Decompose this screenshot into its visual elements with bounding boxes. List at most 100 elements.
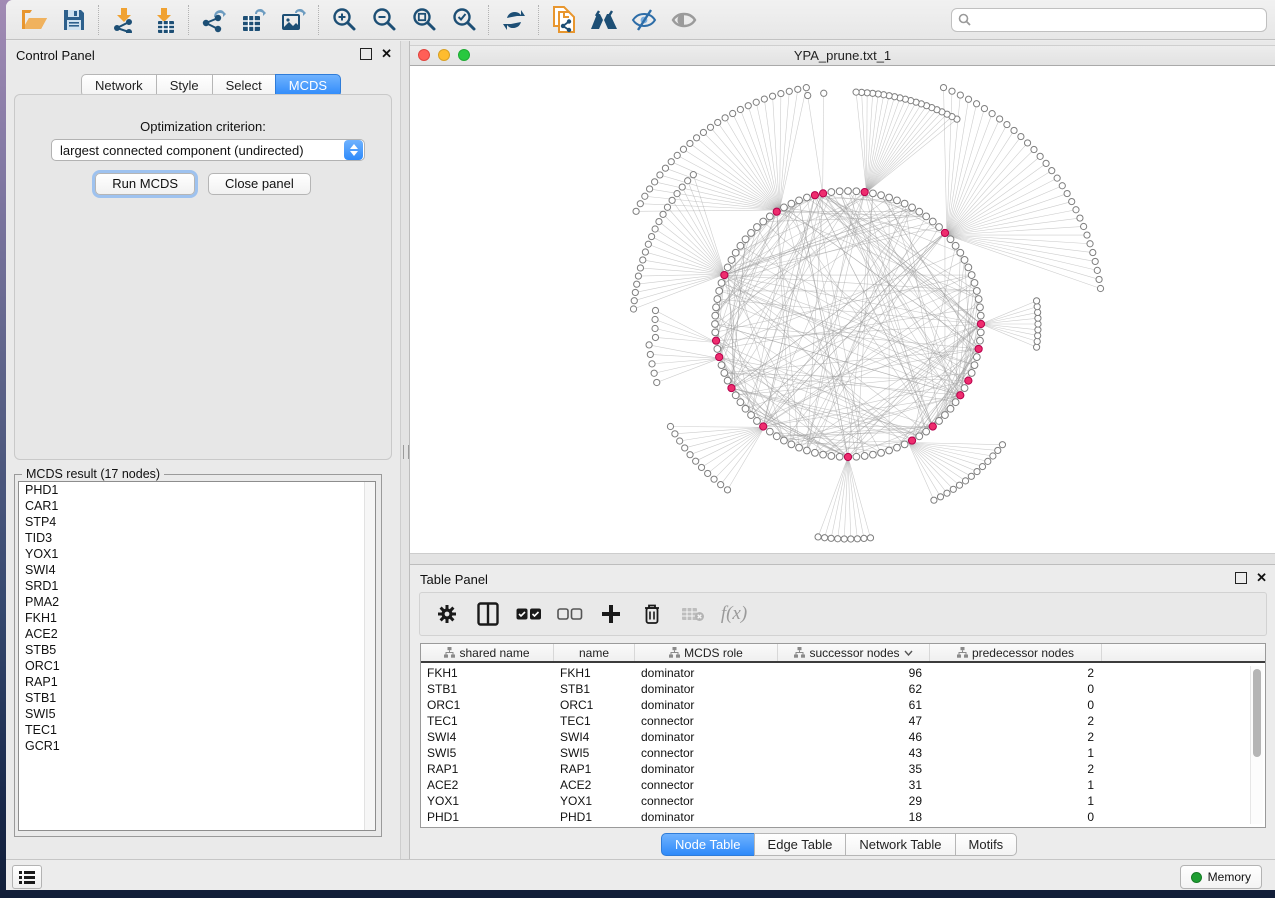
table-row[interactable]: TEC1TEC1connector472: [421, 713, 1265, 729]
table-row[interactable]: STB1STB1dominator620: [421, 681, 1265, 697]
optimization-criterion-select[interactable]: largest connected component (undirected): [51, 139, 365, 161]
table-cell: FKH1: [554, 665, 635, 681]
list-scrollbar[interactable]: [364, 482, 375, 830]
column-header-MCDS-role[interactable]: MCDS role: [635, 644, 778, 661]
show-all-icon[interactable]: [664, 3, 704, 37]
mcds-result-item[interactable]: YOX1: [19, 546, 375, 562]
export-table-icon[interactable]: [234, 3, 274, 37]
task-history-button[interactable]: [12, 865, 42, 889]
mcds-result-item[interactable]: GCR1: [19, 738, 375, 754]
table-cell: STB1: [421, 681, 554, 697]
tab-edge-table[interactable]: Edge Table: [754, 833, 847, 856]
float-panel-icon[interactable]: [1235, 572, 1247, 584]
deselect-all-icon[interactable]: [557, 601, 583, 627]
table-cell: dominator: [635, 681, 778, 697]
scrollbar-thumb[interactable]: [1253, 669, 1261, 757]
table-cell: ACE2: [554, 777, 635, 793]
column-header-shared-name[interactable]: shared name: [421, 644, 554, 661]
table-cell: TEC1: [421, 713, 554, 729]
column-header-successor-nodes[interactable]: successor nodes: [778, 644, 930, 661]
column-header-predecessor-nodes[interactable]: predecessor nodes: [930, 644, 1102, 661]
table-tabs: Node Table Edge Table Network Table Moti…: [661, 833, 1017, 856]
optimization-criterion-label: Optimization criterion:: [15, 119, 391, 134]
mcds-result-item[interactable]: ORC1: [19, 658, 375, 674]
table-cell: 18: [778, 809, 930, 825]
table-cell: SWI5: [554, 745, 635, 761]
mcds-result-item[interactable]: TEC1: [19, 722, 375, 738]
table-cell: 2: [930, 729, 1102, 745]
network-window-titlebar[interactable]: YPA_prune.txt_1: [410, 45, 1275, 66]
mcds-result-item[interactable]: SRD1: [19, 578, 375, 594]
export-network-icon[interactable]: [194, 3, 234, 37]
search-field[interactable]: [951, 8, 1267, 32]
search-input[interactable]: [975, 12, 1260, 28]
export-image-icon[interactable]: [274, 3, 314, 37]
network-canvas[interactable]: [410, 65, 1275, 554]
close-panel-button[interactable]: Close panel: [208, 173, 311, 195]
table-row[interactable]: FKH1FKH1dominator962: [421, 665, 1265, 681]
table-cell: SWI5: [421, 745, 554, 761]
tab-motifs[interactable]: Motifs: [955, 833, 1018, 856]
table-cell: 46: [778, 729, 930, 745]
vertical-splitter[interactable]: [400, 41, 410, 859]
mcds-result-item[interactable]: STB5: [19, 642, 375, 658]
horizontal-splitter[interactable]: [410, 553, 1275, 565]
mcds-result-item[interactable]: FKH1: [19, 610, 375, 626]
table-cell: 62: [778, 681, 930, 697]
run-mcds-button[interactable]: Run MCDS: [95, 173, 195, 195]
import-network-icon[interactable]: [104, 3, 144, 37]
table-row[interactable]: YOX1YOX1connector291: [421, 793, 1265, 809]
memory-button[interactable]: Memory: [1180, 865, 1262, 889]
zoom-fit-icon[interactable]: [404, 3, 444, 37]
table-settings-icon[interactable]: [434, 601, 460, 627]
control-panel: Control Panel ✕ Network Style Select MCD…: [6, 41, 400, 859]
save-session-icon[interactable]: [54, 3, 94, 37]
network-graph[interactable]: [410, 66, 1275, 554]
first-neighbors-icon[interactable]: [584, 3, 624, 37]
zoom-in-icon[interactable]: [324, 3, 364, 37]
table-cell: 29: [778, 793, 930, 809]
table-cell: 31: [778, 777, 930, 793]
table-row[interactable]: ACE2ACE2connector311: [421, 777, 1265, 793]
table-cell: dominator: [635, 697, 778, 713]
mcds-result-item[interactable]: PMA2: [19, 594, 375, 610]
mcds-result-item[interactable]: CAR1: [19, 498, 375, 514]
mcds-result-item[interactable]: STP4: [19, 514, 375, 530]
zoom-out-icon[interactable]: [364, 3, 404, 37]
table-scrollbar[interactable]: [1250, 666, 1263, 824]
close-panel-icon[interactable]: ✕: [381, 49, 392, 59]
node-table[interactable]: shared namenameMCDS rolesuccessor nodesp…: [420, 643, 1266, 828]
table-cell: dominator: [635, 665, 778, 681]
table-row[interactable]: ORC1ORC1dominator610: [421, 697, 1265, 713]
mcds-result-item[interactable]: SWI5: [19, 706, 375, 722]
split-panel-icon[interactable]: [475, 601, 501, 627]
table-cell: 96: [778, 665, 930, 681]
table-cell: 47: [778, 713, 930, 729]
tab-node-table[interactable]: Node Table: [661, 833, 755, 856]
open-file-icon[interactable]: [14, 3, 54, 37]
mcds-result-item[interactable]: SWI4: [19, 562, 375, 578]
add-column-icon[interactable]: [598, 601, 624, 627]
mcds-result-item[interactable]: PHD1: [19, 482, 375, 498]
float-panel-icon[interactable]: [360, 48, 372, 60]
refresh-layout-icon[interactable]: [494, 3, 534, 37]
table-row[interactable]: PHD1PHD1dominator180: [421, 809, 1265, 825]
select-all-icon[interactable]: [516, 601, 542, 627]
hide-selected-icon[interactable]: [624, 3, 664, 37]
tab-network-table[interactable]: Network Table: [845, 833, 955, 856]
mcds-result-group: MCDS result (17 nodes) PHD1CAR1STP4TID3Y…: [14, 467, 382, 837]
close-panel-icon[interactable]: ✕: [1256, 573, 1267, 583]
mcds-result-item[interactable]: TID3: [19, 530, 375, 546]
import-table-icon[interactable]: [144, 3, 184, 37]
mcds-result-item[interactable]: ACE2: [19, 626, 375, 642]
mcds-result-item[interactable]: STB1: [19, 690, 375, 706]
zoom-selected-icon[interactable]: [444, 3, 484, 37]
table-row[interactable]: SWI5SWI5connector431: [421, 745, 1265, 761]
mcds-result-item[interactable]: RAP1: [19, 674, 375, 690]
table-row[interactable]: SWI4SWI4dominator462: [421, 729, 1265, 745]
table-row[interactable]: RAP1RAP1dominator352: [421, 761, 1265, 777]
delete-column-icon[interactable]: [639, 601, 665, 627]
mcds-result-list[interactable]: PHD1CAR1STP4TID3YOX1SWI4SRD1PMA2FKH1ACE2…: [18, 481, 376, 831]
column-header-name[interactable]: name: [554, 644, 635, 661]
clone-network-icon[interactable]: [544, 3, 584, 37]
